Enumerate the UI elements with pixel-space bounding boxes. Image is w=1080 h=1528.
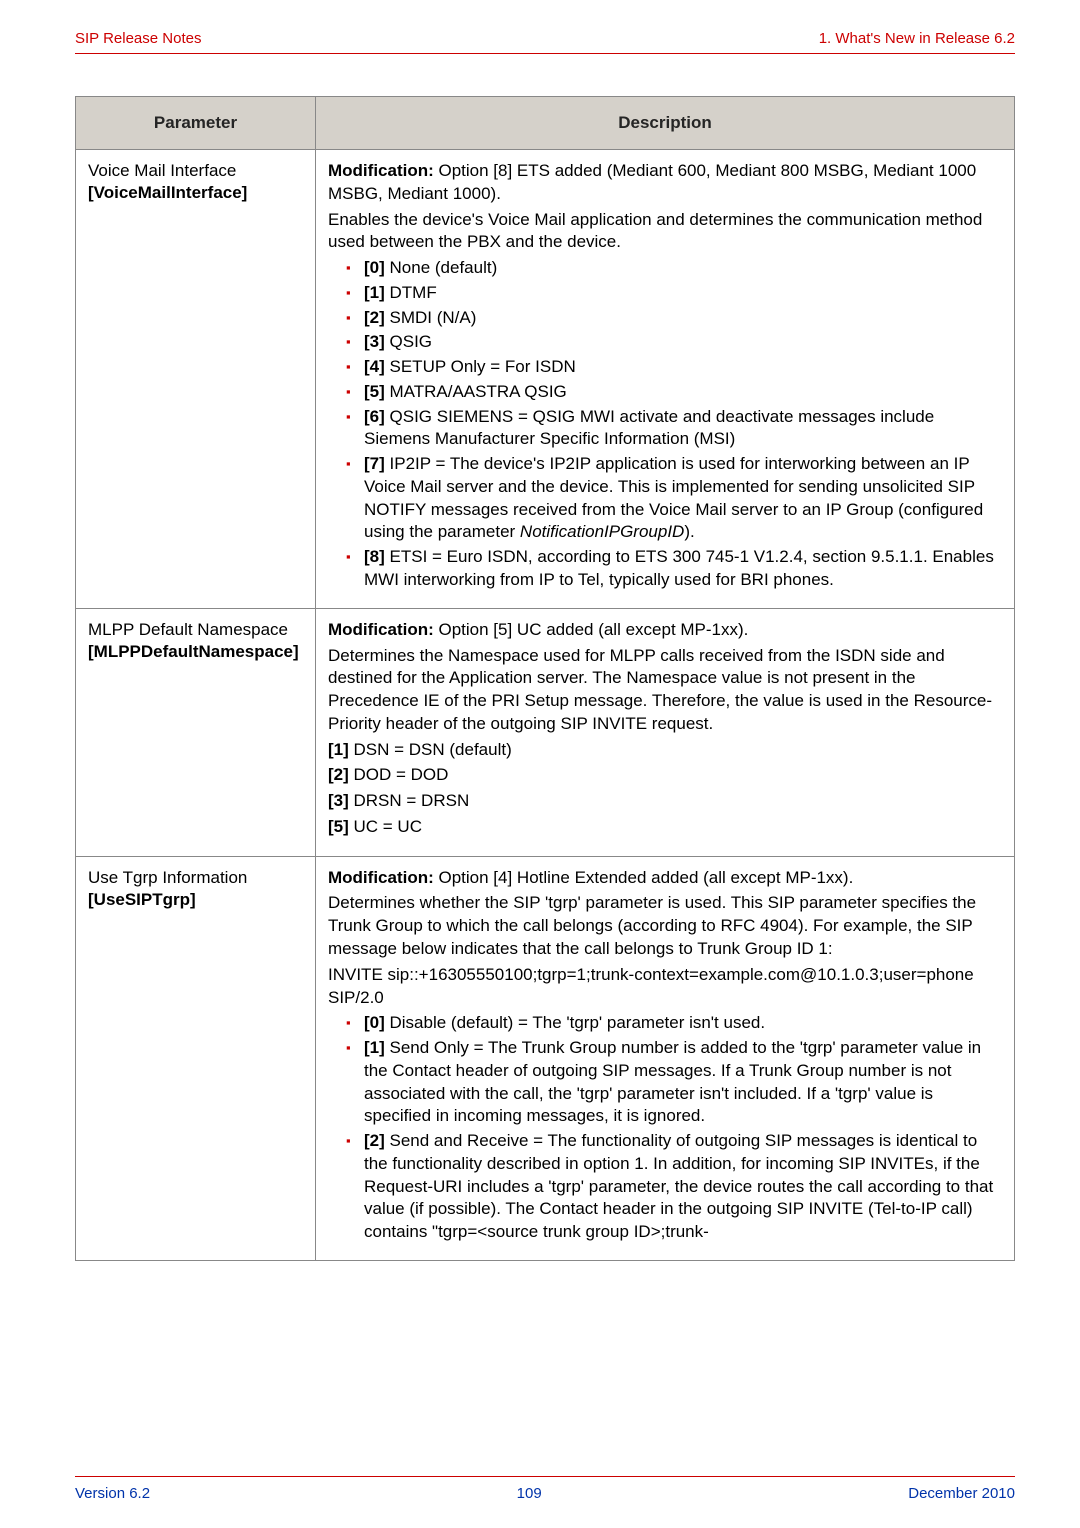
header-left-text: SIP Release Notes [75,30,201,47]
footer-center: 109 [517,1485,542,1502]
bullet-key: [0] [364,258,385,277]
desc-intro: Enables the device's Voice Mail applicat… [328,209,1002,255]
bullet-key: [3] [364,332,385,351]
param-bracket: [MLPPDefaultNamespace] [88,642,299,661]
list-item: [0] None (default) [346,257,1002,280]
bullet-key: [2] [364,1131,385,1150]
line-key: [5] [328,817,349,836]
list-item: [2] Send and Receive = The functionality… [346,1130,1002,1244]
page-header: SIP Release Notes 1. What's New in Relea… [75,30,1015,54]
bullet-val: SMDI (N/A) [385,308,477,327]
page-footer: Version 6.2 109 December 2010 [75,1476,1015,1502]
bullet-italic: NotificationIPGroupID [520,522,684,541]
parameter-table: Parameter Description Voice Mail Interfa… [75,96,1015,1261]
list-item: [7] IP2IP = The device's IP2IP applicati… [346,453,1002,544]
bullet-key: [7] [364,454,385,473]
bullet-tail: ). [684,522,694,541]
param-bracket: [VoiceMailInterface] [88,183,247,202]
desc-code: INVITE sip::+16305550100;tgrp=1;trunk-co… [328,964,1002,1010]
bullet-key: [8] [364,547,385,566]
desc-bullets: [0] None (default) [1] DTMF [2] SMDI (N/… [328,257,1002,592]
param-cell: Use Tgrp Information [UseSIPTgrp] [76,856,316,1260]
bullet-val: Disable (default) = The 'tgrp' parameter… [385,1013,765,1032]
footer-right: December 2010 [908,1485,1015,1502]
main-content: Parameter Description Voice Mail Interfa… [75,96,1015,1261]
list-item: [2] SMDI (N/A) [346,307,1002,330]
bullet-val: SETUP Only = For ISDN [385,357,576,376]
list-item: [5] MATRA/AASTRA QSIG [346,381,1002,404]
table-row: Voice Mail Interface [VoiceMailInterface… [76,150,1015,609]
desc-cell: Modification: Option [8] ETS added (Medi… [316,150,1015,609]
bullet-key: [6] [364,407,385,426]
header-right-text: 1. What's New in Release 6.2 [819,30,1015,47]
bullet-key: [1] [364,283,385,302]
desc-intro: Determines the Namespace used for MLPP c… [328,645,1002,736]
desc-bullets: [0] Disable (default) = The 'tgrp' param… [328,1012,1002,1244]
line-val: DRSN = DRSN [349,791,469,810]
line-key: [1] [328,740,349,759]
list-item: [1] DTMF [346,282,1002,305]
line-key: [2] [328,765,349,784]
table-row: Use Tgrp Information [UseSIPTgrp] Modifi… [76,856,1015,1260]
param-name: Voice Mail Interface [88,161,236,180]
bullet-val: ETSI = Euro ISDN, according to ETS 300 7… [364,547,994,589]
list-item: [8] ETSI = Euro ISDN, according to ETS 3… [346,546,1002,592]
line-val: DOD = DOD [349,765,449,784]
list-item: [4] SETUP Only = For ISDN [346,356,1002,379]
param-name: MLPP Default Namespace [88,620,288,639]
param-cell: Voice Mail Interface [VoiceMailInterface… [76,150,316,609]
mod-label: Modification: [328,620,434,639]
mod-label: Modification: [328,868,434,887]
list-item: [1] Send Only = The Trunk Group number i… [346,1037,1002,1128]
param-bracket: [UseSIPTgrp] [88,890,196,909]
bullet-val: None (default) [385,258,497,277]
param-cell: MLPP Default Namespace [MLPPDefaultNames… [76,608,316,856]
bullet-val: QSIG SIEMENS = QSIG MWI activate and dea… [364,407,934,449]
footer-left: Version 6.2 [75,1485,150,1502]
list-item: [6] QSIG SIEMENS = QSIG MWI activate and… [346,406,1002,452]
th-description: Description [316,97,1015,150]
mod-rest: Option [4] Hotline Extended added (all e… [434,868,854,887]
param-name: Use Tgrp Information [88,868,247,887]
mod-rest: Option [5] UC added (all except MP-1xx). [434,620,749,639]
bullet-key: [4] [364,357,385,376]
bullet-val: DTMF [385,283,437,302]
bullet-key: [1] [364,1038,385,1057]
list-item: [3] QSIG [346,331,1002,354]
bullet-key: [0] [364,1013,385,1032]
bullet-val: QSIG [385,332,432,351]
line-val: UC = UC [349,817,422,836]
desc-cell: Modification: Option [4] Hotline Extende… [316,856,1015,1260]
desc-cell: Modification: Option [5] UC added (all e… [316,608,1015,856]
bullet-val: Send Only = The Trunk Group number is ad… [364,1038,981,1125]
desc-intro: Determines whether the SIP 'tgrp' parame… [328,892,1002,960]
line-val: DSN = DSN (default) [349,740,512,759]
bullet-val: MATRA/AASTRA QSIG [385,382,567,401]
th-parameter: Parameter [76,97,316,150]
bullet-key: [2] [364,308,385,327]
line-key: [3] [328,791,349,810]
bullet-key: [5] [364,382,385,401]
mod-label: Modification: [328,161,434,180]
bullet-val: Send and Receive = The functionality of … [364,1131,993,1241]
list-item: [0] Disable (default) = The 'tgrp' param… [346,1012,1002,1035]
table-row: MLPP Default Namespace [MLPPDefaultNames… [76,608,1015,856]
